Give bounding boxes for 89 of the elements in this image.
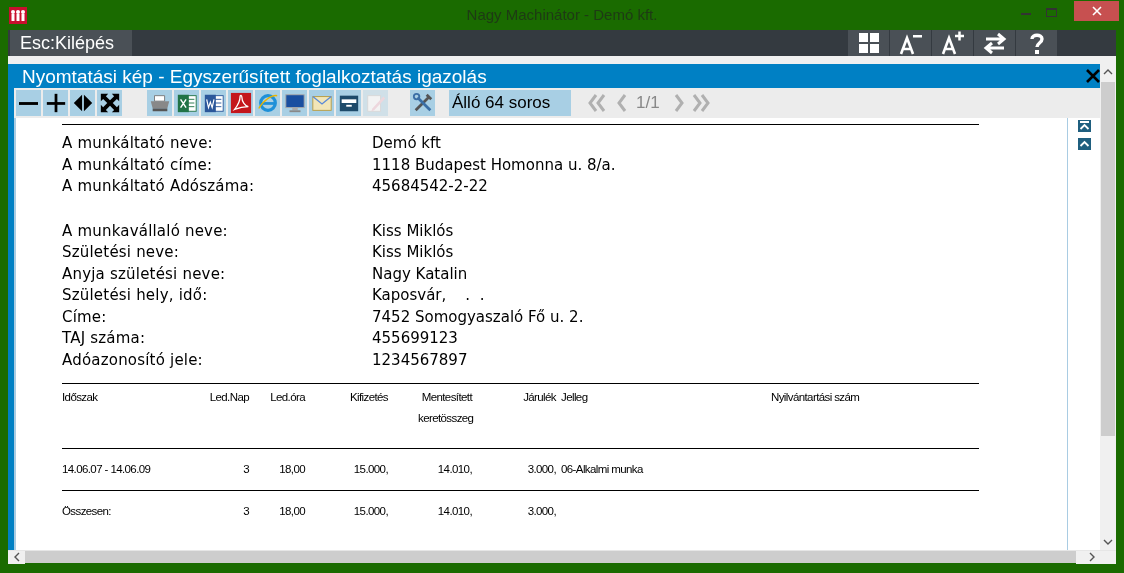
tiles-button[interactable] [848,30,889,56]
table-cell: 14.010, [437,504,472,517]
printer-icon [148,92,171,114]
field-value: Kiss Miklós [372,242,454,263]
field-value: 1234567897 [372,349,468,371]
table-cell: 3.000, [527,463,556,475]
spreadsheet-icon [175,92,198,114]
table-cell: 14.06.07 - 14.06.09 [62,463,151,475]
tiles-icon [856,31,881,55]
scrollbar-thumb[interactable] [1101,82,1115,436]
field-value: 1118 Budapest Homonna u. 8/a. [372,154,616,176]
table-cell: 3.000, [527,504,556,517]
close-icon [1091,6,1102,16]
field-value: 45684542-2-22 [372,176,488,197]
fullscreen-button[interactable] [97,90,122,116]
column-header: Időszak [62,391,98,403]
monitor-icon [283,92,306,114]
zoom-in-icon [44,92,67,114]
field-label: Születési hely, idő: [62,285,209,306]
field-label: A munkáltató neve: [62,133,214,154]
scroll-down-icon[interactable] [1103,538,1113,546]
document-button[interactable] [201,90,226,116]
browser-icon [256,92,279,114]
table-cell: 3 [243,463,249,475]
scroll-left-icon[interactable] [12,552,21,562]
fit-width-button[interactable] [70,90,95,116]
column-header: Led.Nap [209,391,249,403]
field-label: A munkavállaló neve: [62,220,229,242]
zoom-out-icon [19,101,38,105]
table-cell: 3 [243,504,249,517]
edit-icon [364,92,387,114]
table-cell: 06-Alkalmi munka [561,463,643,475]
pdf-icon [229,92,252,114]
close-button[interactable] [1074,1,1119,21]
scroll-up-icon[interactable] [1077,138,1091,150]
printer-button[interactable] [147,90,172,116]
file-cabinet-button[interactable] [336,90,361,116]
fullscreen-icon [98,92,121,114]
field-label: A munkáltató Adószáma: [62,176,256,197]
table-cell: Összesen: [62,504,111,517]
column-header: Kifizetés [349,391,388,403]
swap-arrows-button[interactable] [974,30,1015,56]
field-label: TAJ száma: [62,328,147,349]
tools-icon [411,92,434,114]
field-value: 7452 Somogyaszaló Fő u. 2. [372,306,584,328]
table-cell: 18,00 [279,504,305,517]
table-cell: 18,00 [279,463,305,475]
horizontal-scrollbar[interactable] [8,550,1116,563]
field-value: 455699123 [372,328,458,349]
font-increase-button[interactable] [932,30,973,56]
scroll-right-icon[interactable] [1088,552,1096,562]
column-header: Led.óra [270,391,305,403]
column-header: Mentesített keretösszeg [418,391,474,424]
fit-width-icon [71,92,94,114]
column-header: Járulék [523,391,556,403]
page-indicator: 1/1 [636,92,660,115]
zoom-out-button[interactable] [16,90,41,116]
font-increase-icon [940,31,965,55]
exit-button[interactable]: Esc:Kilépés [10,30,132,56]
field-label: Címe: [62,306,108,328]
orientation-label[interactable]: Álló 64 soros [449,90,571,116]
field-value: Nagy Katalin [372,263,468,285]
field-label: Születési neve: [62,242,181,263]
monitor-button[interactable] [282,90,307,116]
panel-title: Nyomtatási kép - Egyszerűsített foglalkoztatás igazolás [22,66,487,86]
help-button[interactable] [1016,30,1057,56]
pdf-button[interactable] [228,90,253,116]
swap-arrows-icon [982,31,1007,55]
field-label: Anyja születési neve: [62,263,227,285]
scroll-top-icon[interactable] [1077,120,1091,132]
column-header: Jelleg [561,391,588,403]
spreadsheet-button[interactable] [174,90,199,116]
tools-button[interactable] [410,90,435,116]
scroll-up-icon[interactable] [1103,68,1113,76]
app-logo-icon [9,7,27,24]
field-value: Kaposvár, . . [372,285,485,306]
field-label: A munkáltató címe: [62,154,214,176]
font-decrease-button[interactable] [890,30,931,56]
document-icon [202,92,225,114]
column-header: Nyilvántartási szám [771,391,860,403]
key-label: Esc: [20,31,55,55]
field-label: Adóazonosító jele: [62,349,204,371]
zoom-in-button[interactable] [43,90,68,116]
table-cell: 15.000, [353,463,388,475]
table-cell: 15.000, [353,504,388,517]
table-cell: 14.010, [437,463,472,475]
field-value: Demó kft [372,133,441,154]
field-value: Kiss Miklós [372,220,454,242]
close-icon[interactable] [1086,69,1100,83]
